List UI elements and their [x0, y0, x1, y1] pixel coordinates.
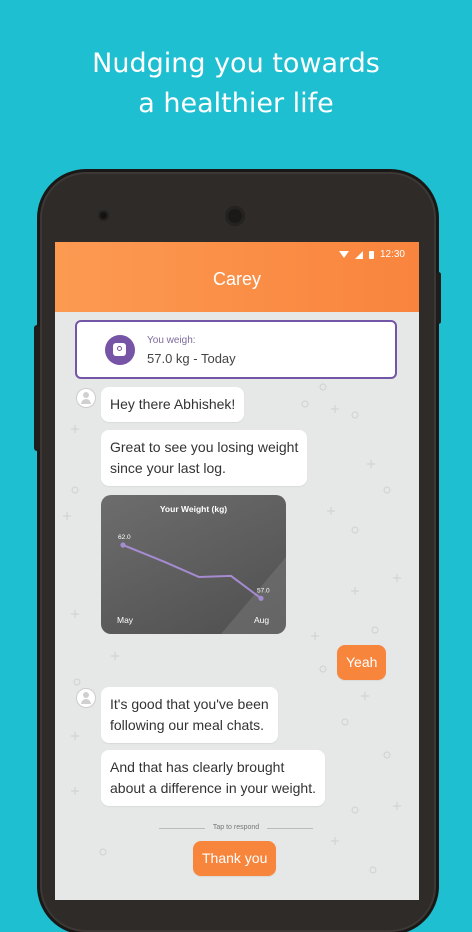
bot-avatar — [77, 389, 95, 407]
weight-chart-svg: Your Weight (kg) 62.0 57.0 May Aug — [117, 504, 286, 634]
user-message-bubble: Yeah — [337, 645, 387, 680]
message-bubble: Hey there Abhishek! — [101, 387, 245, 422]
camera-icon — [98, 210, 109, 221]
chart-x-tick-label: May — [117, 615, 134, 625]
weight-label: You weigh: — [147, 335, 196, 346]
headline-line-2: a healthier life — [138, 88, 334, 119]
message-text: since your last log. — [110, 460, 226, 476]
phone-screen: 12:30 Carey You weigh: 57.0 kg - Today H… — [55, 242, 419, 900]
scale-icon — [105, 335, 135, 365]
weight-value: 57.0 kg - Today — [147, 351, 236, 366]
message-text: Yeah — [346, 654, 378, 670]
volume-button — [34, 325, 40, 451]
chart-title: Your Weight (kg) — [160, 504, 227, 514]
message-text: Great to see you losing weight — [110, 439, 299, 455]
thank-you-label: Thank you — [202, 850, 268, 866]
signal-icon — [354, 250, 363, 259]
chart-data-label: 62.0 — [118, 534, 131, 541]
battery-icon — [368, 250, 374, 259]
chart-data-label: 57.0 — [257, 587, 270, 594]
message-bubble: It's good that you've been following our… — [101, 687, 278, 743]
message-bubble: And that has clearly brought about a dif… — [101, 750, 325, 806]
bot-avatar — [77, 689, 95, 707]
speaker-grille — [225, 206, 245, 226]
app-bar: 12:30 Carey — [55, 242, 419, 312]
headline-line-1: Nudging you towards — [92, 48, 380, 79]
thank-you-button[interactable]: Thank you — [193, 841, 277, 876]
tap-to-respond-hint: Tap to respond — [159, 824, 313, 831]
chart-point — [120, 542, 126, 548]
weight-chart: Your Weight (kg) 62.0 57.0 May Aug — [101, 495, 286, 634]
status-time: 12:30 — [379, 249, 405, 260]
message-text: Hey there Abhishek! — [110, 396, 236, 412]
message-text: about a difference in your weight. — [110, 780, 316, 796]
message-text: And that has clearly brought — [110, 759, 285, 775]
message-text: following our meal chats. — [110, 717, 265, 733]
wifi-icon — [338, 251, 349, 258]
chart-series-line — [122, 544, 262, 600]
app-title: Carey — [212, 269, 261, 289]
status-bar: 12:30 — [338, 249, 405, 260]
headline: Nudging you towards a healthier life — [0, 44, 472, 124]
chart-point — [258, 595, 264, 601]
weight-card[interactable]: You weigh: 57.0 kg - Today — [75, 320, 397, 379]
message-bubble: Great to see you losing weight since you… — [101, 430, 308, 486]
message-text: It's good that you've been — [110, 696, 269, 712]
power-button — [436, 272, 441, 324]
chart-x-tick-label: Aug — [254, 615, 269, 625]
